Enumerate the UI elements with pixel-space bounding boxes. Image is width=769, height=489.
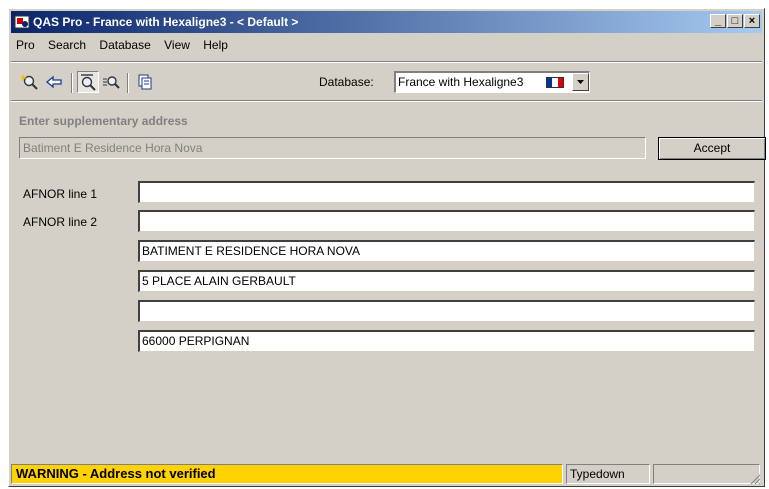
minimize-button[interactable]: _: [710, 14, 726, 28]
accept-button[interactable]: Accept: [658, 137, 766, 160]
refine-search-icon[interactable]: [100, 71, 122, 93]
back-arrow-icon[interactable]: [43, 71, 65, 93]
title-bar[interactable]: QAS Pro - France with Hexaligne3 - < Def…: [11, 11, 762, 33]
supplementary-label: Enter supplementary address: [19, 114, 188, 128]
copy-icon[interactable]: [134, 71, 156, 93]
menu-pro[interactable]: Pro: [11, 35, 40, 55]
toolbar: Database: France with Hexaligne3: [11, 71, 762, 99]
window-title: QAS Pro - France with Hexaligne3 - < Def…: [33, 15, 299, 29]
afnor-line-1-label: AFNOR line 1: [23, 187, 98, 201]
app-window: QAS Pro - France with Hexaligne3 - < Def…: [8, 8, 766, 487]
menu-search[interactable]: Search: [43, 35, 91, 55]
database-label: Database:: [319, 75, 374, 89]
status-bar: WARNING - Address not verified Typedown: [11, 462, 762, 486]
address-line-3-field[interactable]: BATIMENT E RESIDENCE HORA NOVA: [138, 240, 755, 262]
menu-view[interactable]: View: [159, 35, 195, 55]
france-flag-icon: [546, 77, 564, 88]
address-line-2-field[interactable]: [138, 210, 755, 232]
menu-divider: [11, 61, 762, 63]
database-select[interactable]: France with Hexaligne3: [394, 71, 590, 93]
afnor-line-2-label: AFNOR line 2: [23, 215, 98, 229]
qas-app-icon: [14, 15, 30, 29]
resize-grip-icon[interactable]: [749, 473, 761, 485]
toolbar-divider: [11, 100, 762, 102]
address-line-6-field[interactable]: 66000 PERPIGNAN: [138, 330, 755, 352]
menu-help[interactable]: Help: [198, 35, 233, 55]
address-line-1-field[interactable]: [138, 181, 755, 203]
dropdown-arrow-icon[interactable]: [572, 73, 589, 91]
close-button[interactable]: ×: [744, 14, 760, 28]
new-search-icon[interactable]: [19, 71, 41, 93]
menu-bar: Pro Search Database View Help: [11, 35, 762, 55]
supplementary-address-input[interactable]: Batiment E Residence Hora Nova: [19, 137, 646, 159]
mode-status: Typedown: [566, 464, 650, 484]
maximize-button[interactable]: □: [727, 14, 743, 28]
toolbar-separator: [127, 73, 129, 93]
toolbar-separator: [71, 73, 73, 93]
extra-status: [653, 464, 760, 484]
database-value: France with Hexaligne3: [398, 75, 524, 89]
warning-status: WARNING - Address not verified: [11, 464, 563, 484]
menu-database[interactable]: Database: [94, 35, 155, 55]
typedown-search-icon[interactable]: [77, 71, 99, 93]
address-line-4-field[interactable]: 5 PLACE ALAIN GERBAULT: [138, 270, 755, 292]
address-line-5-field[interactable]: [138, 300, 755, 322]
